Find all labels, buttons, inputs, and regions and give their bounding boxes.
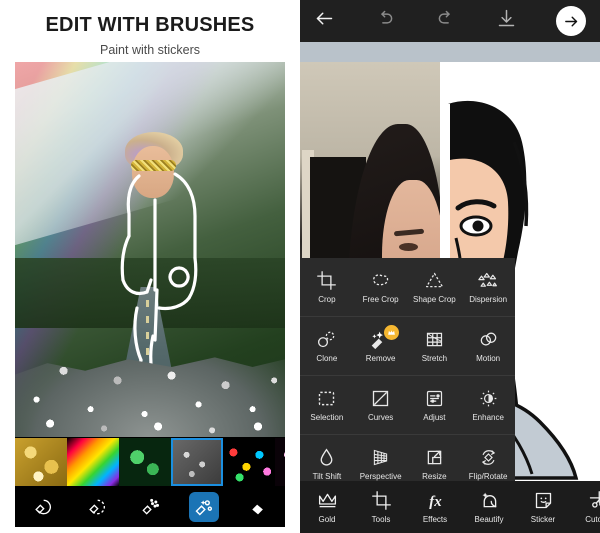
page-subtitle: Paint with stickers — [99, 43, 201, 57]
tool-stretch[interactable]: Stretch — [408, 317, 462, 375]
tool-label: Clone — [316, 354, 338, 363]
nav-beautify[interactable]: Beautify — [462, 490, 516, 524]
tool-row-2: Clone Remove Stretch Motion — [300, 317, 515, 376]
sticker-thumb-confetti[interactable] — [223, 438, 275, 486]
tool-row-1: Crop Free Crop Shape Crop Dispersion — [300, 258, 515, 317]
brush-dashed-icon[interactable] — [81, 492, 111, 522]
nav-label: Sticker — [530, 515, 556, 524]
tool-label: Adjust — [423, 413, 446, 422]
undo-arrow-icon[interactable] — [375, 8, 396, 34]
tool-remove[interactable]: Remove — [354, 317, 408, 375]
back-arrow-icon[interactable] — [314, 8, 335, 34]
tool-label: Motion — [476, 354, 501, 363]
tool-curves[interactable]: Curves — [354, 376, 408, 434]
tool-label: Resize — [422, 472, 447, 481]
tool-label: Remove — [365, 354, 396, 363]
tool-label: Selection — [310, 413, 344, 422]
sticker-palette[interactable] — [15, 438, 285, 486]
tool-label: Free Crop — [362, 295, 399, 304]
tool-label: Dispersion — [469, 295, 508, 304]
tool-crop[interactable]: Crop — [300, 258, 354, 316]
right-editor-screen: Crop Free Crop Shape Crop Dispersion Clo… — [300, 0, 600, 533]
tool-motion[interactable]: Motion — [461, 317, 515, 375]
nav-cutout[interactable]: Cutout — [570, 490, 600, 524]
sticker-thumb-rainbow-gradient[interactable] — [67, 438, 119, 486]
nav-sticker[interactable]: Sticker — [516, 490, 570, 524]
photo-eye — [399, 243, 418, 251]
tool-free-crop[interactable]: Free Crop — [354, 258, 408, 316]
tool-adjust[interactable]: Adjust — [408, 376, 462, 434]
tool-clone[interactable]: Clone — [300, 317, 354, 375]
tool-label: Perspective — [359, 472, 402, 481]
sticker-thumb-pink-sparkle[interactable] — [275, 438, 285, 486]
tool-label: Crop — [318, 295, 336, 304]
tool-enhance[interactable]: Enhance — [461, 376, 515, 434]
nav-tools[interactable]: Tools — [354, 490, 408, 524]
nav-label: Cutout — [585, 515, 600, 524]
tool-label: Enhance — [472, 413, 504, 422]
nav-label: Tools — [371, 515, 391, 524]
next-button[interactable] — [556, 6, 586, 36]
tool-shape-crop[interactable]: Shape Crop — [408, 258, 462, 316]
tool-label: Tilt Shift — [312, 472, 342, 481]
app-screenshots: EDIT WITH BRUSHES Paint with stickers Cr… — [0, 0, 600, 533]
left-promo-screen: EDIT WITH BRUSHES Paint with stickers — [0, 0, 300, 533]
panel-divider — [297, 0, 300, 533]
nav-effects[interactable]: fx Effects — [408, 490, 462, 524]
tools-grid: Crop Free Crop Shape Crop Dispersion Clo… — [300, 258, 515, 493]
nav-label: Gold — [318, 515, 336, 524]
eraser-icon[interactable] — [243, 492, 273, 522]
nav-label: Beautify — [474, 515, 504, 524]
brush-sticker-icon[interactable] — [189, 491, 219, 522]
tool-label: Flip/Rotate — [468, 472, 508, 481]
brush-solid-icon[interactable] — [27, 492, 57, 522]
tool-label: Stretch — [421, 354, 448, 363]
nav-label: Effects — [422, 515, 448, 524]
sticker-thumb-gold-glitter[interactable] — [15, 438, 67, 486]
nav-gold[interactable]: Gold — [300, 490, 354, 524]
redo-arrow-icon[interactable] — [435, 8, 456, 34]
tool-row-3: Selection Curves Adjust Enhance — [300, 376, 515, 435]
bottom-navigation: Gold Tools fx Effects Beautify Sticker C… — [300, 481, 600, 533]
brush-spray-icon[interactable] — [135, 492, 165, 522]
sticker-thumb-gear-pattern[interactable] — [171, 438, 223, 486]
page-title: EDIT WITH BRUSHES — [45, 14, 255, 36]
top-toolbar — [300, 0, 600, 42]
premium-crown-badge — [383, 325, 399, 340]
sticker-thumb-clover-leaves[interactable] — [119, 438, 171, 486]
editor-preview — [15, 62, 285, 527]
tool-label: Curves — [367, 413, 394, 422]
svg-text:fx: fx — [429, 494, 442, 510]
download-icon[interactable] — [496, 8, 517, 34]
edited-photo — [15, 62, 285, 437]
tool-selection[interactable]: Selection — [300, 376, 354, 434]
tool-dispersion[interactable]: Dispersion — [461, 258, 515, 316]
tool-label: Shape Crop — [413, 295, 456, 304]
brush-toolbar — [15, 486, 285, 527]
